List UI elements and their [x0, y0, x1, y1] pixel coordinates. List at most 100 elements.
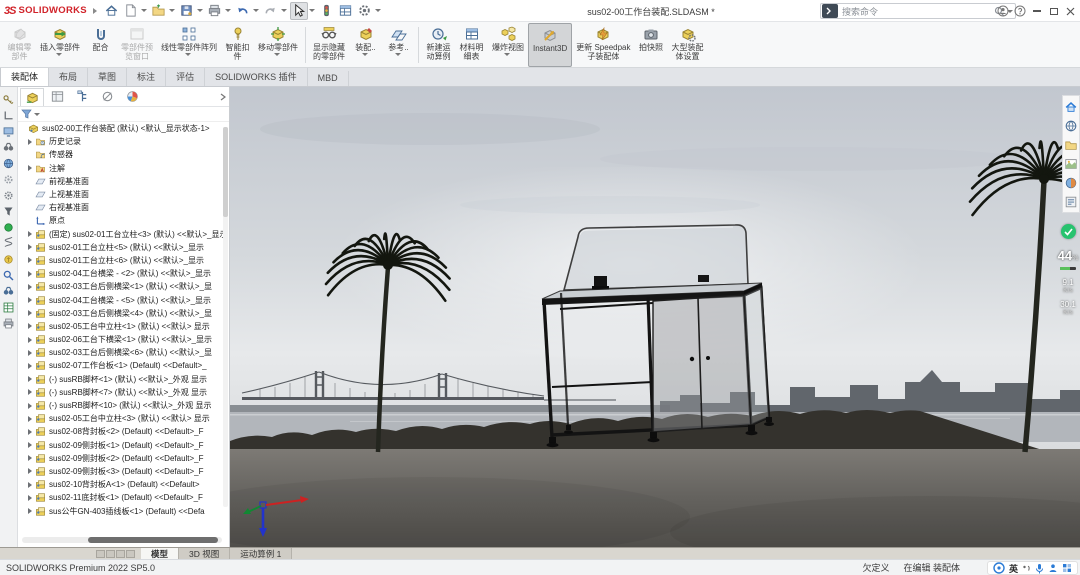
expand-arrow[interactable]: [28, 165, 32, 171]
plugin-binoculars2-icon[interactable]: [2, 285, 16, 298]
expand-arrow[interactable]: [28, 310, 32, 316]
tree-component-item[interactable]: sus02-05工台中立柱<1> (默认) <<默认> 显示: [18, 320, 229, 333]
expand-arrow[interactable]: [28, 416, 32, 422]
tree-vertical-scrollbar[interactable]: [223, 127, 228, 507]
menu-expand-arrow[interactable]: [93, 8, 97, 14]
print-icon-caret[interactable]: [225, 9, 231, 12]
tree-horizontal-scrollbar[interactable]: [22, 537, 222, 543]
tree-component-item[interactable]: (固定) sus02-01工台立柱<3> (默认) <<默认>_显示: [18, 228, 229, 241]
expand-arrow[interactable]: [28, 389, 32, 395]
plugin-green-dot-icon[interactable]: [2, 221, 16, 234]
tree-component-item[interactable]: sus02-01工台立柱<6> (默认) <<默认>_显示: [18, 254, 229, 267]
settings-gear-icon[interactable]: [356, 2, 374, 20]
expand-arrow[interactable]: [28, 482, 32, 488]
tree-component-item[interactable]: sus02-10背封板A<1> (Default) <<Default>: [18, 478, 229, 491]
ribbon-dropdown-caret[interactable]: [56, 53, 62, 56]
ribbon-button-instant3d[interactable]: Instant3D: [528, 23, 572, 67]
tree-folder-item[interactable]: 前视基准面: [18, 175, 229, 188]
plugin-coin-icon[interactable]: [2, 253, 16, 266]
tree-folder-item[interactable]: 右视基准面: [18, 201, 229, 214]
tree-component-item[interactable]: (-) susRB脚杯<1> (默认) <<默认>_外观 显示: [18, 373, 229, 386]
ribbon-button-smart-fastener[interactable]: 智能扣 件: [221, 23, 254, 67]
tree-folder-item[interactable]: 注解: [18, 162, 229, 175]
ribbon-button-bom[interactable]: 材料明 细表: [455, 23, 488, 67]
network-monitor-widget[interactable]: 44% 9.1 K/s 30.1 K/s: [1056, 224, 1080, 322]
model-tab-运动算例 1[interactable]: 运动算例 1: [230, 548, 292, 559]
ribbon-button-insert-component[interactable]: 插入零部件: [36, 23, 84, 67]
plugin-monitor-icon[interactable]: [2, 125, 16, 138]
ime-toolbar[interactable]: 英: [987, 561, 1078, 575]
tree-component-item[interactable]: sus02-04工台横梁 - <5> (默认) <<默认>_显示: [18, 293, 229, 306]
ribbon-button-exploded-view[interactable]: 爆炸视图: [488, 23, 528, 67]
tab-MBD[interactable]: MBD: [308, 71, 349, 86]
tree-component-item[interactable]: sus02-01工台立柱<5> (默认) <<默认>_显示: [18, 241, 229, 254]
tree-component-item[interactable]: sus02-11底封板<1> (Default) <<Default>_F: [18, 491, 229, 504]
plugin-funnel-cup-icon[interactable]: [2, 205, 16, 218]
tree-component-item[interactable]: sus02-09侧封板<3> (Default) <<Default>_F: [18, 465, 229, 478]
tab-nav-buttons[interactable]: [96, 548, 135, 559]
ribbon-button-linear-pattern[interactable]: 线性零部件阵列: [157, 23, 221, 67]
ribbon-dropdown-caret[interactable]: [185, 53, 191, 56]
tree-component-item[interactable]: sus02-03工台后侧横梁<4> (默认) <<默认>_显: [18, 307, 229, 320]
expand-arrow[interactable]: [28, 244, 32, 250]
redo-icon-caret[interactable]: [281, 9, 287, 12]
undo-icon[interactable]: [234, 2, 252, 20]
expand-arrow[interactable]: [28, 257, 32, 263]
options-sheet-icon[interactable]: [337, 2, 355, 20]
dimxpertmanager-tab[interactable]: [95, 88, 119, 106]
taskpane-custom-properties-icon[interactable]: [1064, 194, 1079, 209]
tree-component-item[interactable]: sus02-03工台后侧横梁<6> (默认) <<默认>_显: [18, 346, 229, 359]
ribbon-button-reference-geometry[interactable]: 参考..: [382, 23, 415, 67]
ribbon-button-speedpak[interactable]: 更新 Speedpak 子装配体: [572, 23, 634, 67]
minimize-button[interactable]: [1029, 3, 1044, 19]
expand-arrow[interactable]: [28, 508, 32, 514]
tree-folder-item[interactable]: 传感器: [18, 148, 229, 161]
open-icon-caret[interactable]: [169, 9, 175, 12]
home-icon[interactable]: [103, 2, 121, 20]
ribbon-dropdown-caret[interactable]: [274, 53, 280, 56]
tab-标注[interactable]: 标注: [127, 68, 166, 86]
save-icon[interactable]: [178, 2, 196, 20]
tree-component-item[interactable]: (-) susRB脚杯<10> (默认) <<默认>_外观 显示: [18, 399, 229, 412]
taskpane-home-icon[interactable]: [1064, 99, 1079, 114]
plugin-bracket-icon[interactable]: [2, 109, 16, 122]
ime-punctuation-icon[interactable]: [1022, 564, 1031, 573]
ribbon-dropdown-caret[interactable]: [395, 53, 401, 56]
configurationmanager-tab[interactable]: [70, 88, 94, 106]
tab-SOLIDWORKS 插件[interactable]: SOLIDWORKS 插件: [205, 68, 308, 86]
select-cursor-icon[interactable]: [290, 2, 308, 20]
restore-button[interactable]: [1046, 3, 1061, 19]
taskpane-resources-icon[interactable]: [1064, 118, 1079, 133]
plugin-printer2-icon[interactable]: [2, 317, 16, 330]
expand-arrow[interactable]: [28, 429, 32, 435]
taskpane-design-library-icon[interactable]: [1064, 137, 1079, 152]
model-tab-3D 视图[interactable]: 3D 视图: [179, 548, 230, 559]
expand-arrow[interactable]: [28, 376, 32, 382]
filter-caret[interactable]: [34, 113, 40, 116]
tree-folder-item[interactable]: 历史记录: [18, 135, 229, 148]
tree-filter-row[interactable]: [18, 107, 229, 122]
expand-arrow[interactable]: [28, 297, 32, 303]
tree-component-item[interactable]: sus公牛GN-403插线板<1> (Default) <<Defa: [18, 504, 229, 517]
graphics-viewport[interactable]: [230, 87, 1080, 547]
ribbon-button-move-component[interactable]: 移动零部件: [254, 23, 302, 67]
plugin-key-icon[interactable]: [2, 93, 16, 106]
tree-component-item[interactable]: sus02-04工台横梁 - <2> (默认) <<默认>_显示: [18, 267, 229, 280]
ribbon-button-component-preview[interactable]: 零部件预 览窗口: [117, 23, 157, 67]
tree-component-item[interactable]: sus02-07工作台板<1> (Default) <<Default>_: [18, 359, 229, 372]
ribbon-button-snapshot[interactable]: 拍快照: [635, 23, 668, 67]
propertymanager-tab[interactable]: [45, 88, 69, 106]
ime-language-indicator[interactable]: 英: [1009, 562, 1018, 575]
ribbon-button-assembly-features[interactable]: 装配..: [349, 23, 382, 67]
manager-pane-expand-icon[interactable]: [219, 93, 227, 101]
tab-装配体[interactable]: 装配体: [0, 67, 49, 86]
help-icon[interactable]: [1012, 3, 1027, 19]
tree-folder-item[interactable]: 上视基准面: [18, 188, 229, 201]
taskpane-appearances-icon[interactable]: [1064, 175, 1079, 190]
print-icon[interactable]: [206, 2, 224, 20]
featuremanager-tab[interactable]: [20, 88, 44, 106]
ribbon-button-edit-component[interactable]: 编辑零 部件: [3, 23, 36, 67]
new-document-icon-caret[interactable]: [141, 9, 147, 12]
save-icon-caret[interactable]: [197, 9, 203, 12]
expand-arrow[interactable]: [28, 284, 32, 290]
